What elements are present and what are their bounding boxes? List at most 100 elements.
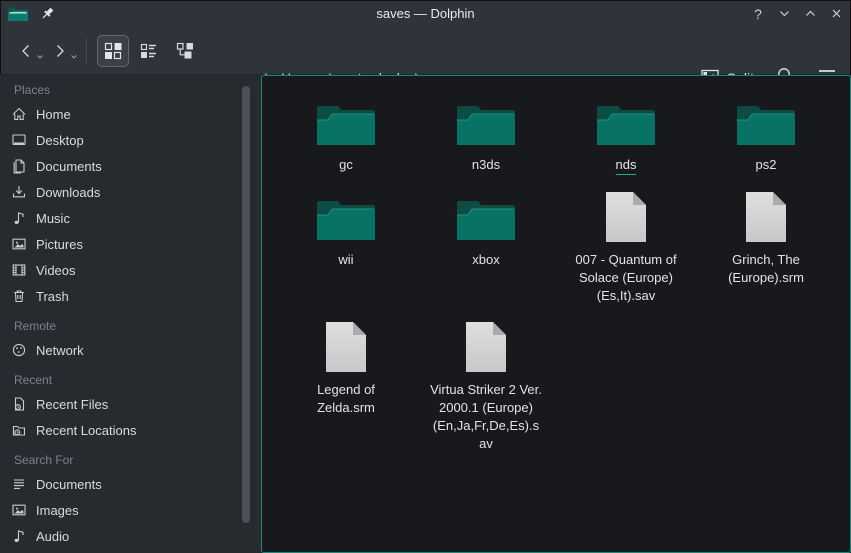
maximize-button[interactable] bbox=[801, 5, 819, 23]
sidebar-item-desktop[interactable]: Desktop bbox=[0, 127, 240, 153]
titlebar: saves — Dolphin ? bbox=[0, 0, 851, 27]
downloads-icon bbox=[11, 184, 27, 200]
sidebar-item-audio[interactable]: Audio bbox=[0, 523, 240, 549]
sidebar-item-trash[interactable]: Trash bbox=[0, 283, 240, 309]
trash-icon bbox=[11, 288, 27, 304]
folder-item-gc[interactable]: gc bbox=[276, 96, 416, 174]
file-icon bbox=[276, 321, 416, 373]
compact-view-button[interactable] bbox=[133, 35, 165, 67]
folder-icon bbox=[276, 191, 416, 243]
sidebar-item-label: Desktop bbox=[36, 133, 84, 148]
sidebar-item-recent-locations[interactable]: Recent Locations bbox=[0, 417, 240, 443]
close-button[interactable] bbox=[827, 5, 845, 23]
section-header-recent: Recent bbox=[0, 369, 240, 391]
help-button[interactable]: ? bbox=[749, 5, 767, 23]
file-item-007-quantum-of-solace-europe-es-it-sav[interactable]: 007 - Quantum of Solace (Europe) (Es,It)… bbox=[556, 191, 696, 305]
folder-item-wii[interactable]: wii bbox=[276, 191, 416, 269]
pin-icon[interactable] bbox=[40, 6, 56, 22]
sidebar-item-label: Trash bbox=[36, 289, 69, 304]
folder-item-xbox[interactable]: xbox bbox=[416, 191, 556, 269]
back-history-caret[interactable] bbox=[36, 47, 44, 65]
doc-lines-icon bbox=[11, 476, 27, 492]
forward-history-caret[interactable] bbox=[70, 47, 78, 65]
dolphin-window: saves — Dolphin ? bbox=[0, 0, 851, 553]
audio-icon bbox=[11, 528, 27, 544]
back-button[interactable] bbox=[12, 37, 40, 65]
toolbar: Home retrodeck saves Split bbox=[0, 27, 851, 75]
minimize-button[interactable] bbox=[775, 5, 793, 23]
sidebar-item-documents[interactable]: Documents bbox=[0, 153, 240, 179]
folder-item-n3ds[interactable]: n3ds bbox=[416, 96, 556, 174]
folder-icon bbox=[556, 96, 696, 148]
item-label: Grinch, The (Europe).srm bbox=[710, 251, 822, 287]
icons-view-button[interactable] bbox=[97, 35, 129, 67]
music-icon bbox=[11, 210, 27, 226]
folder-icon bbox=[416, 191, 556, 243]
file-icon bbox=[696, 191, 836, 243]
desktop-icon bbox=[11, 132, 27, 148]
file-icon bbox=[416, 321, 556, 373]
recent-files-icon bbox=[11, 396, 27, 412]
section-header-search-for: Search For bbox=[0, 449, 240, 471]
folder-icon bbox=[276, 96, 416, 148]
sidebar-item-downloads[interactable]: Downloads bbox=[0, 179, 240, 205]
folder-item-ps2[interactable]: ps2 bbox=[696, 96, 836, 174]
view-mode-buttons bbox=[97, 35, 201, 67]
folder-item-nds[interactable]: nds bbox=[556, 96, 696, 174]
sidebar-item-videos[interactable]: Videos bbox=[0, 257, 240, 283]
pictures-icon bbox=[11, 236, 27, 252]
sidebar-scrollbar[interactable] bbox=[242, 86, 250, 523]
sidebar-item-label: Recent Locations bbox=[36, 423, 136, 438]
item-label: xbox bbox=[430, 251, 542, 269]
sidebar-item-music[interactable]: Music bbox=[0, 205, 240, 231]
item-label: wii bbox=[290, 251, 402, 269]
content-area: Places Home Desktop Documents Downloads Music… bbox=[0, 75, 851, 553]
sidebar-item-label: Home bbox=[36, 107, 71, 122]
forward-button[interactable] bbox=[46, 37, 74, 65]
videos-icon bbox=[11, 262, 27, 278]
sidebar-item-home[interactable]: Home bbox=[0, 101, 240, 127]
sidebar-item-label: Recent Files bbox=[36, 397, 108, 412]
file-item-virtua-striker-2-ver-2000-1-europe-en-ja-fr-de-es-sav[interactable]: Virtua Striker 2 Ver. 2000.1 (Europe) (E… bbox=[416, 321, 556, 453]
sidebar-item-label: Downloads bbox=[36, 185, 100, 200]
app-icon-folder bbox=[8, 6, 28, 22]
item-label: Virtua Striker 2 Ver. 2000.1 (Europe) (E… bbox=[430, 381, 542, 453]
details-tree-view-button[interactable] bbox=[169, 35, 201, 67]
navigation-buttons bbox=[12, 37, 74, 65]
item-label: Legend of Zelda.srm bbox=[290, 381, 402, 417]
toolbar-separator bbox=[86, 38, 87, 64]
sidebar-item-label: Music bbox=[36, 211, 70, 226]
places-panel: Places Home Desktop Documents Downloads Music… bbox=[0, 75, 240, 553]
sidebar-item-documents[interactable]: Documents bbox=[0, 471, 240, 497]
window-controls: ? bbox=[749, 0, 845, 27]
section-header-remote: Remote bbox=[0, 315, 240, 337]
sidebar-item-pictures[interactable]: Pictures bbox=[0, 231, 240, 257]
item-label: n3ds bbox=[430, 156, 542, 174]
image-icon bbox=[11, 502, 27, 518]
network-icon bbox=[11, 342, 27, 358]
sidebar-item-label: Network bbox=[36, 343, 84, 358]
folder-icon bbox=[696, 96, 836, 148]
sidebar-item-label: Videos bbox=[36, 263, 76, 278]
sidebar-item-label: Documents bbox=[36, 159, 102, 174]
item-label: ps2 bbox=[710, 156, 822, 174]
sidebar-item-network[interactable]: Network bbox=[0, 337, 240, 363]
sidebar-item-label: Images bbox=[36, 503, 79, 518]
file-item-legend-of-zelda-srm[interactable]: Legend of Zelda.srm bbox=[276, 321, 416, 417]
sidebar-item-label: Documents bbox=[36, 477, 102, 492]
file-item-grinch-the-europe-srm[interactable]: Grinch, The (Europe).srm bbox=[696, 191, 836, 287]
section-header-places: Places bbox=[0, 79, 240, 101]
sidebar-item-recent-files[interactable]: Recent Files bbox=[0, 391, 240, 417]
sidebar-item-label: Pictures bbox=[36, 237, 83, 252]
sidebar-item-images[interactable]: Images bbox=[0, 497, 240, 523]
window-title: saves — Dolphin bbox=[0, 6, 851, 21]
item-label: nds bbox=[570, 156, 682, 174]
folder-view: gc n3ds nds ps2 wii xbox 007 - Quantum o… bbox=[261, 75, 851, 553]
documents-icon bbox=[11, 158, 27, 174]
file-icon bbox=[556, 191, 696, 243]
home-icon bbox=[11, 106, 27, 122]
recent-locations-icon bbox=[11, 422, 27, 438]
item-label: 007 - Quantum of Solace (Europe) (Es,It)… bbox=[570, 251, 682, 305]
sidebar-item-label: Audio bbox=[36, 529, 69, 544]
folder-icon bbox=[416, 96, 556, 148]
